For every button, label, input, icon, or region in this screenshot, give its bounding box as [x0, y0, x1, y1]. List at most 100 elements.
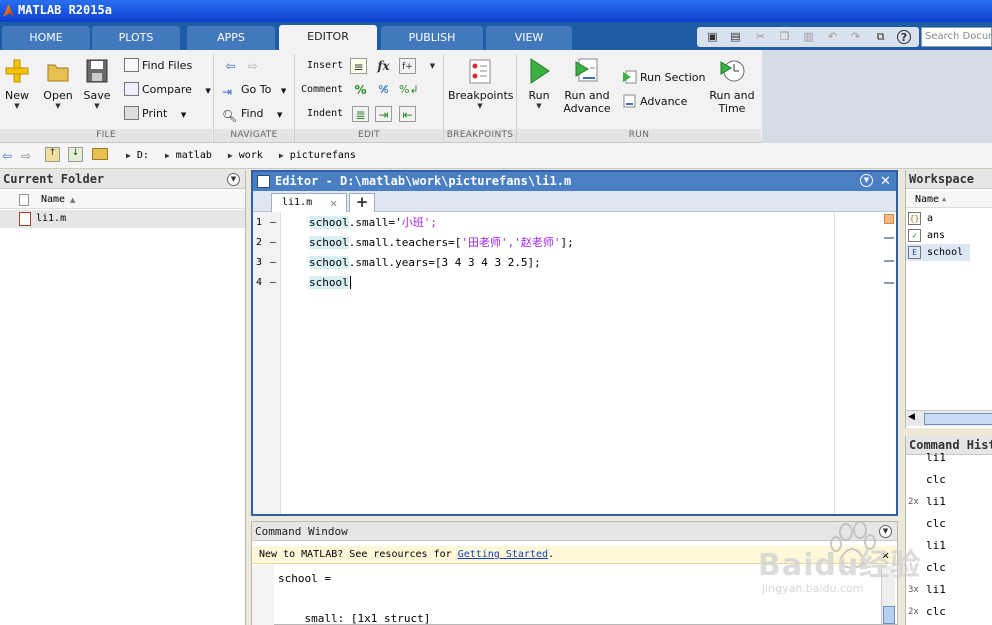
save-button[interactable]: Save ▼ — [82, 56, 112, 111]
code-identifier: school — [309, 256, 349, 269]
breakpoint-dash[interactable]: — — [270, 273, 276, 293]
chevron-down-icon[interactable]: ▼ — [424, 58, 441, 74]
tab-home[interactable]: HOME — [2, 26, 90, 50]
history-entry[interactable]: clc — [906, 557, 992, 579]
find-button[interactable]: 🔍︎ Find ▼ — [222, 105, 282, 123]
run-and-time-button[interactable]: Run and Time — [708, 56, 756, 115]
close-icon[interactable]: ✕ — [880, 172, 891, 191]
open-button[interactable]: Open ▼ — [42, 56, 74, 111]
browse-folder-icon[interactable]: ↓ — [68, 147, 83, 162]
editor-tab-li1[interactable]: li1.m ✕ — [271, 193, 347, 212]
vertical-scrollbar[interactable] — [881, 566, 895, 624]
struct-variable-icon: {} — [908, 212, 921, 225]
workspace-column-header[interactable]: Name ▲ — [906, 191, 992, 208]
increase-indent-icon[interactable]: ⇥ — [375, 106, 392, 122]
code-analyzer-status-icon[interactable] — [884, 214, 894, 224]
code-line[interactable]: school — [309, 273, 351, 293]
up-folder-icon[interactable]: ↑ — [45, 147, 60, 162]
breadcrumb-drive[interactable]: D: — [137, 150, 149, 161]
find-files-button[interactable]: Find Files — [124, 57, 192, 75]
run-and-advance-label-2: Advance — [563, 102, 611, 115]
scroll-left-icon[interactable]: ◀ — [908, 412, 915, 422]
fx-icon[interactable]: fx — [375, 58, 392, 74]
decrease-indent-icon[interactable]: ⇤ — [399, 106, 416, 122]
undo-icon[interactable]: ↶ — [825, 30, 840, 44]
history-entry[interactable]: clc — [906, 513, 992, 535]
uncomment-icon[interactable]: %̸ — [375, 82, 392, 98]
layout-icon[interactable]: ▣ — [705, 30, 720, 44]
history-entry[interactable]: li1 — [906, 447, 992, 469]
tab-editor[interactable]: EDITOR — [279, 25, 377, 50]
history-entry[interactable]: 2x clc — [906, 601, 992, 623]
insert-function-icon[interactable]: f+ — [399, 58, 416, 74]
breadcrumb-matlab[interactable]: matlab — [176, 150, 212, 161]
list-item[interactable]: E school — [906, 244, 970, 261]
code-analyzer-marker[interactable] — [884, 237, 894, 239]
smart-indent-icon[interactable]: ≣ — [352, 106, 369, 122]
breadcrumb-work[interactable]: work — [239, 150, 263, 161]
history-entry[interactable]: clc — [906, 469, 992, 491]
code-analyzer-marker[interactable] — [884, 282, 894, 284]
close-icon[interactable]: ✕ — [882, 546, 889, 564]
tab-publish[interactable]: PUBLISH — [381, 26, 483, 50]
tab-apps[interactable]: APPS — [187, 26, 275, 50]
code-identifier: school — [309, 276, 349, 289]
panel-actions-icon[interactable]: ▼ — [227, 173, 240, 186]
code-line[interactable]: school.small.years=[3 4 3 4 3 2.5]; — [309, 253, 541, 273]
copy-icon[interactable]: ❐ — [777, 30, 792, 44]
insert-section-icon[interactable]: ≡ — [350, 58, 367, 74]
tab-view[interactable]: VIEW — [486, 26, 572, 50]
current-folder-column-header[interactable]: Name ▲ — [0, 191, 245, 209]
history-entry[interactable]: li1 — [906, 535, 992, 557]
panel-actions-icon[interactable]: ▼ — [860, 174, 873, 187]
breakpoint-dash[interactable]: — — [270, 253, 276, 273]
switch-windows-icon[interactable]: ⧉ — [873, 30, 888, 44]
history-entry[interactable]: 2x li1 — [906, 491, 992, 513]
back-arrow-icon[interactable]: ⇦ — [222, 58, 239, 74]
list-item[interactable]: ✓ ans — [906, 227, 992, 244]
tab-plots[interactable]: PLOTS — [92, 26, 180, 50]
history-entry[interactable]: 3x li1 — [906, 579, 992, 601]
breakpoint-dash[interactable]: — — [270, 233, 276, 253]
run-and-advance-button[interactable]: Run and Advance — [563, 56, 611, 115]
code-line[interactable]: school.small='小班'; — [309, 213, 437, 233]
breakpoints-button[interactable]: Breakpoints ▼ — [448, 56, 514, 111]
forward-arrow-icon[interactable]: ⇨ — [244, 58, 261, 74]
code-line[interactable]: school.small.teachers=['田老师','赵老师']; — [309, 233, 574, 253]
close-tab-icon[interactable]: ✕ — [330, 194, 337, 212]
scrollbar-thumb[interactable] — [924, 413, 992, 425]
print-button[interactable]: Print ▼ — [124, 105, 186, 123]
code-analyzer-marker[interactable] — [884, 260, 894, 262]
breakpoint-dash[interactable]: — — [270, 213, 276, 233]
advance-button[interactable]: Advance — [622, 93, 687, 111]
getting-started-link[interactable]: Getting Started — [458, 549, 548, 560]
paste-icon[interactable]: ▥ — [801, 30, 816, 44]
list-item[interactable]: li1.m — [0, 210, 245, 228]
code-text: .small.years=[3 4 3 4 3 2.5]; — [348, 256, 541, 269]
search-documentation-input[interactable]: Search Documentation — [921, 27, 992, 47]
code-string: '田老师','赵老师' — [461, 236, 561, 249]
breadcrumb-picturefans[interactable]: picturefans — [290, 150, 356, 161]
command-output-line: small: [1x1 struct] — [278, 612, 431, 625]
scrollbar-thumb[interactable] — [883, 606, 895, 624]
run-section-button[interactable]: Run Section — [622, 69, 705, 87]
horizontal-scrollbar[interactable]: ◀ — [906, 410, 992, 426]
cut-icon[interactable]: ✂ — [753, 30, 768, 44]
help-icon[interactable]: ? — [897, 30, 911, 44]
path-breadcrumb[interactable]: ▶ D: ▶ matlab ▶ work ▶ picturefans — [92, 147, 992, 165]
breadcrumb-arrow-icon: ▶ — [126, 151, 131, 160]
ribbon-empty-area — [762, 50, 992, 143]
forward-icon[interactable]: ⇨ — [21, 149, 31, 163]
save-icon[interactable]: ▤ — [728, 30, 743, 44]
compare-button[interactable]: Compare ▼ — [124, 81, 211, 99]
run-button[interactable]: Run ▼ — [524, 56, 554, 111]
new-button[interactable]: New ▼ — [3, 56, 31, 111]
panel-actions-icon[interactable]: ▼ — [879, 525, 892, 538]
back-icon[interactable]: ⇦ — [2, 149, 12, 163]
list-item[interactable]: {} a — [906, 210, 992, 227]
comment-percent-icon[interactable]: % — [352, 82, 369, 98]
new-tab-button[interactable]: + — [349, 193, 375, 212]
wrap-comments-icon[interactable]: %↲ — [399, 82, 419, 98]
go-to-button[interactable]: ⇥ Go To ▼ — [222, 81, 286, 99]
redo-icon[interactable]: ↷ — [848, 30, 863, 44]
